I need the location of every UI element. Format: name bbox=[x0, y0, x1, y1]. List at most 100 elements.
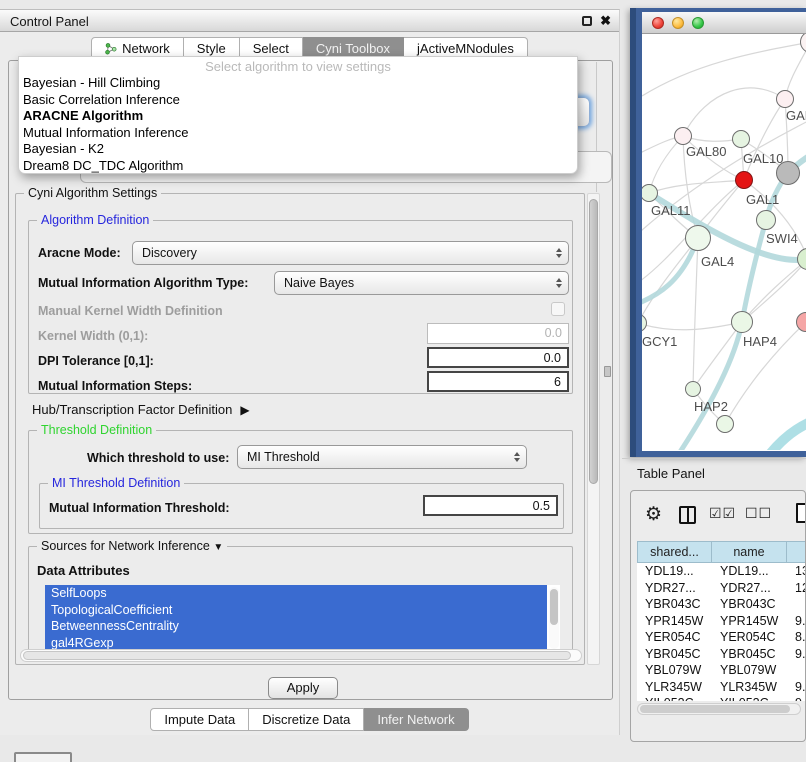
node-hap2[interactable] bbox=[685, 381, 701, 397]
table-horizontal-scrollbar[interactable] bbox=[637, 703, 801, 715]
close-traffic-light-icon[interactable] bbox=[652, 17, 664, 29]
table-row[interactable]: YIL052CYIL052C9 bbox=[637, 695, 806, 701]
table-panel-title: Table Panel bbox=[637, 466, 705, 481]
algorithm-dropdown-popup: Select algorithm to view settings Bayesi… bbox=[18, 56, 578, 174]
table-cell: YDR27... bbox=[637, 580, 712, 597]
settings-horizontal-scrollbar[interactable] bbox=[20, 649, 582, 662]
dpi-tolerance-field[interactable]: 0.0 bbox=[427, 347, 569, 368]
table-cell: 13 bbox=[787, 563, 806, 580]
dropdown-item-bayesian-k2[interactable]: Bayesian - K2 bbox=[19, 141, 577, 158]
mi-type-label: Mutual Information Algorithm Type: bbox=[38, 276, 248, 290]
node-gal10[interactable] bbox=[732, 130, 750, 148]
application-window: Control Panel ✖ NetworkStyleSelectCyni T… bbox=[0, 0, 806, 762]
mi-threshold-label: Mutual Information Threshold: bbox=[49, 501, 230, 515]
minimize-traffic-light-icon[interactable] bbox=[672, 17, 684, 29]
node-gal80[interactable] bbox=[674, 127, 692, 145]
table-cell: YBR043C bbox=[712, 596, 787, 613]
node-label-swi4: SWI4 bbox=[766, 231, 798, 246]
split-pane-handle[interactable] bbox=[604, 366, 611, 377]
which-threshold-label: Which threshold to use: bbox=[87, 451, 229, 465]
tab-impute-data[interactable]: Impute Data bbox=[150, 708, 249, 731]
select-all-checkboxes-icon[interactable]: ☑☑ bbox=[709, 505, 736, 522]
attribute-item-selfloops[interactable]: SelfLoops bbox=[45, 585, 547, 602]
network-canvas[interactable]: GALGAL80GAL10GAL1GAL11SWI4GAL4GCY1HAP4YH… bbox=[642, 34, 806, 450]
table-row[interactable]: YPR145WYPR145W9. bbox=[637, 613, 806, 630]
settings-vertical-scrollbar[interactable] bbox=[587, 193, 600, 665]
node-gal4[interactable] bbox=[685, 225, 711, 251]
aracne-mode-combo[interactable]: Discovery bbox=[132, 241, 569, 265]
table-cell: YBL079W bbox=[712, 662, 787, 679]
edge-path-thick bbox=[770, 416, 806, 450]
which-threshold-combo[interactable]: MI Threshold bbox=[237, 445, 527, 469]
gear-icon[interactable]: ⚙ bbox=[645, 503, 662, 526]
dropdown-item-basic-correlation-inference[interactable]: Basic Correlation Inference bbox=[19, 92, 577, 109]
close-icon[interactable]: ✖ bbox=[600, 13, 611, 29]
table-row[interactable]: YDR27...YDR27...12 bbox=[637, 580, 806, 597]
attribute-item-topologicalcoefficient[interactable]: TopologicalCoefficient bbox=[45, 602, 547, 619]
algorithm-definition-legend: Algorithm Definition bbox=[37, 213, 153, 227]
deselect-all-checkboxes-icon[interactable]: ☐☐ bbox=[745, 505, 772, 522]
table-row[interactable]: YER054CYER054C8. bbox=[637, 629, 806, 646]
table-cell: YBR043C bbox=[637, 596, 712, 613]
dropdown-items: Bayesian - Hill ClimbingBasic Correlatio… bbox=[19, 75, 577, 174]
edge-path bbox=[683, 88, 785, 136]
data-attributes-list[interactable]: SelfLoopsTopologicalCoefficientBetweenne… bbox=[45, 585, 560, 653]
document-icon[interactable] bbox=[796, 503, 806, 523]
edge-path bbox=[693, 238, 698, 389]
mi-steps-field[interactable]: 6 bbox=[427, 371, 569, 392]
list-scrollbar[interactable] bbox=[549, 587, 559, 649]
table-cell: YIL052C bbox=[712, 695, 787, 701]
edge-path bbox=[649, 180, 744, 193]
control-panel-window: Control Panel ✖ NetworkStyleSelectCyni T… bbox=[0, 9, 620, 735]
table-cell: YBR045C bbox=[637, 646, 712, 663]
threshold-definition-legend: Threshold Definition bbox=[37, 423, 156, 437]
table-cell: YPR145W bbox=[637, 613, 712, 630]
columns-icon[interactable] bbox=[679, 506, 696, 524]
manual-kernel-checkbox[interactable] bbox=[551, 302, 565, 316]
dropdown-item-dream8-dc-tdc-algorithm[interactable]: Dream8 DC_TDC Algorithm bbox=[19, 158, 577, 175]
table-cell bbox=[787, 662, 806, 679]
table-row[interactable]: YBL079WYBL079W bbox=[637, 662, 806, 679]
column-header-name[interactable]: name bbox=[712, 541, 787, 563]
control-panel-titlebar: Control Panel ✖ bbox=[0, 10, 619, 32]
tab-infer-network[interactable]: Infer Network bbox=[364, 708, 468, 731]
tab-label: Select bbox=[253, 41, 289, 56]
table-cell: YPR145W bbox=[712, 613, 787, 630]
table-row[interactable]: YLR345WYLR345W9. bbox=[637, 679, 806, 696]
apply-button[interactable]: Apply bbox=[268, 677, 338, 699]
dropdown-item-bayesian-hill-climbing[interactable]: Bayesian - Hill Climbing bbox=[19, 75, 577, 92]
dropdown-item-aracne-algorithm[interactable]: ARACNE Algorithm bbox=[19, 108, 577, 125]
table-cell: 12 bbox=[787, 580, 806, 597]
column-header-value[interactable] bbox=[787, 541, 806, 563]
column-header-shared[interactable]: shared... bbox=[637, 541, 712, 563]
dropdown-item-mutual-information-inference[interactable]: Mutual Information Inference bbox=[19, 125, 577, 142]
hub-definition-toggle[interactable]: Hub/Transcription Factor Definition▶ bbox=[32, 402, 250, 417]
attribute-item-betweennesscentrality[interactable]: BetweennessCentrality bbox=[45, 618, 547, 635]
bottom-tabbar: Impute DataDiscretize DataInfer Network bbox=[0, 708, 619, 731]
kernel-width-field[interactable]: 0.0 bbox=[427, 323, 569, 344]
table-panel-window: ⚙ ☑☑ ☐☐ shared...name YDL19...YDL19...13… bbox=[630, 490, 806, 742]
node-swi4[interactable] bbox=[756, 210, 776, 230]
node-gal-pink[interactable] bbox=[776, 90, 794, 108]
table-cell bbox=[787, 596, 806, 613]
mi-type-value: Naive Bayes bbox=[284, 276, 354, 290]
edge-path bbox=[642, 322, 742, 330]
tab-discretize-data[interactable]: Discretize Data bbox=[249, 708, 364, 731]
node-label-gal1: GAL1 bbox=[746, 192, 779, 207]
table-row[interactable]: YBR045CYBR045C9. bbox=[637, 646, 806, 663]
kernel-width-label: Kernel Width (0,1): bbox=[38, 329, 148, 343]
table-row[interactable]: YDL19...YDL19...13 bbox=[637, 563, 806, 580]
mi-type-combo[interactable]: Naive Bayes bbox=[274, 271, 569, 295]
node-label-hap4: HAP4 bbox=[743, 334, 777, 349]
node-hap4[interactable] bbox=[731, 311, 753, 333]
float-panel-icon[interactable] bbox=[582, 16, 592, 26]
cyni-settings-legend: Cyni Algorithm Settings bbox=[24, 186, 161, 200]
table-header: shared...name bbox=[637, 541, 806, 563]
expanded-arrow-icon[interactable]: ▼ bbox=[213, 542, 223, 553]
node-bottom[interactable] bbox=[716, 415, 734, 433]
mi-threshold-field[interactable]: 0.5 bbox=[423, 495, 558, 516]
zoom-traffic-light-icon[interactable] bbox=[692, 17, 704, 29]
dock-icon[interactable] bbox=[14, 752, 72, 762]
node-gal1-red[interactable] bbox=[735, 171, 753, 189]
table-row[interactable]: YBR043CYBR043C bbox=[637, 596, 806, 613]
